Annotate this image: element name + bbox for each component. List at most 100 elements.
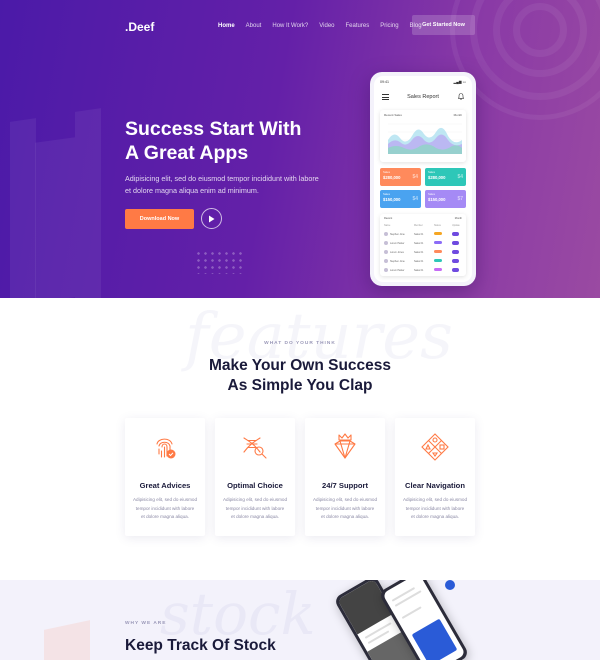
feature-desc: Adipisicing elit, sed do eiusmod tempor …: [311, 496, 379, 522]
stat-label: Sales: [428, 170, 435, 174]
features-title-line: As Simple You Clap: [227, 377, 373, 394]
feature-card[interactable]: Great Advices Adipisicing elit, sed do e…: [125, 418, 205, 536]
row-member: Sales 01: [414, 232, 424, 236]
table-row[interactable]: Lorem Jones Sales 01: [384, 248, 462, 256]
feature-desc-line: Adipisicing elit, sed do eiusmod: [312, 497, 378, 502]
play-video-button[interactable]: [201, 208, 222, 229]
stat-value: $150,000: [383, 197, 401, 202]
feature-desc-line: Adipisicing elit, sed do eiusmod: [132, 497, 198, 502]
stat-label: Sales: [428, 192, 435, 196]
feature-desc: Adipisicing elit, sed do eiusmod tempor …: [401, 496, 469, 522]
stock-section: stock WHY WE ARE Keep Track Of Stock: [0, 580, 600, 660]
stat-card: Sales $280,000 $4: [380, 168, 421, 186]
feature-title: Clear Navigation: [405, 481, 465, 490]
hero-title-line: A Great Apps: [125, 142, 249, 164]
hero-subtitle: Adipisicing elit, sed do eiusmod tempor …: [125, 173, 335, 197]
feature-desc-line: Adipisicing elit, sed do eiusmod: [222, 497, 288, 502]
nav-item-features[interactable]: Features: [346, 23, 370, 29]
menu-icon[interactable]: [382, 94, 389, 102]
table-row[interactable]: Stephen Jone Sales 01: [384, 257, 462, 265]
hero-title-line: Success Start With: [125, 118, 302, 140]
feature-desc: Adipisicing elit, sed do eiusmod tempor …: [131, 496, 199, 522]
feature-title: 24/7 Support: [322, 481, 368, 490]
phone-screen: 09:41 ▂▄▆ ▭ Sales Report Recent Sales Mo…: [374, 76, 472, 282]
column-header: Status: [434, 224, 441, 227]
table-row[interactable]: Lorem Parker Sales 01: [384, 239, 462, 247]
nav-item-about[interactable]: About: [246, 23, 262, 29]
bell-icon[interactable]: [458, 93, 464, 100]
update-toggle[interactable]: [452, 232, 459, 236]
stock-eyebrow: WHY WE ARE: [125, 621, 167, 626]
stat-card: Sales $150,000 $4: [380, 190, 421, 208]
hero-title: Success Start With A Great Apps: [125, 117, 345, 165]
update-toggle[interactable]: [452, 250, 459, 254]
hero-subtitle-line: et dolore magna aliqua enim ad minimum.: [125, 186, 259, 195]
nav-item-pricing[interactable]: Pricing: [380, 23, 398, 29]
stat-value: $280,000: [383, 175, 401, 180]
sales-chart-card: Recent Sales Month: [380, 110, 466, 162]
table-row[interactable]: Stephen Jone Sales 01: [384, 230, 462, 238]
avatar: [384, 250, 388, 254]
feature-desc-line: et dolore magna aliqua.: [320, 514, 369, 519]
feature-desc-line: tempor incididunt with labore: [315, 505, 375, 511]
stock-title: Keep Track Of Stock: [125, 637, 276, 654]
avatar: [384, 232, 388, 236]
hero-decor-bar: [75, 108, 101, 298]
play-icon: [209, 215, 215, 222]
features-title: Make Your Own Success As Simple You Clap: [0, 356, 600, 396]
row-member: Sales 01: [414, 250, 424, 254]
download-button[interactable]: Download Now: [125, 209, 194, 229]
feature-desc-line: tempor incididunt with labore: [225, 505, 285, 511]
stat-mark: $4: [412, 196, 418, 202]
nav-item-how-it-work[interactable]: How It Work?: [272, 23, 308, 29]
features-title-line: Make Your Own Success: [208, 357, 392, 374]
status-pill: [434, 232, 442, 235]
hero-section: .Deef Home About How It Work? Video Feat…: [0, 0, 600, 298]
table-filter[interactable]: Month: [455, 217, 462, 220]
signal-battery-icon: ▂▄▆ ▭: [453, 80, 466, 84]
update-toggle[interactable]: [452, 268, 459, 272]
feature-card[interactable]: Optimal Choice Adipisicing elit, sed do …: [215, 418, 295, 536]
stat-card: Sales $150,000 $7: [425, 190, 466, 208]
feature-desc: Adipisicing elit, sed do eiusmod tempor …: [221, 496, 289, 522]
column-header: Name: [384, 224, 391, 227]
main-nav: Home About How It Work? Video Features P…: [218, 23, 433, 29]
brand-logo[interactable]: .Deef: [125, 20, 154, 34]
feature-desc-line: Adipisicing elit, sed do eiusmod: [402, 497, 468, 502]
dna-search-icon: [243, 437, 267, 459]
feature-card[interactable]: 24/7 Support Adipisicing elit, sed do ei…: [305, 418, 385, 536]
nav-item-video[interactable]: Video: [319, 23, 334, 29]
table-header: Recent Month: [384, 217, 462, 220]
update-toggle[interactable]: [452, 241, 459, 245]
stat-label: Sales: [383, 170, 390, 174]
stat-mark: $4: [457, 174, 463, 180]
stat-value: $150,000: [428, 197, 446, 202]
status-pill: [434, 250, 442, 253]
feature-desc-line: et dolore magna aliqua.: [140, 514, 189, 519]
stat-value: $280,000: [428, 175, 446, 180]
phone-header: Sales Report: [374, 90, 472, 104]
hero-dot-pattern: [195, 250, 243, 274]
row-member: Sales 01: [414, 241, 424, 245]
avatar: [384, 241, 388, 245]
hero-subtitle-line: Adipisicing elit, sed do eiusmod tempor …: [125, 174, 319, 183]
nav-item-home[interactable]: Home: [218, 23, 235, 29]
table-columns: Name Member Status Update: [384, 224, 462, 227]
recent-table: Recent Month Name Member Status Update S…: [380, 214, 466, 276]
column-header: Member: [414, 224, 423, 227]
fingerprint-icon: [156, 438, 176, 459]
diamond-crown-icon: [334, 433, 356, 459]
stat-mark: $7: [457, 196, 463, 202]
feature-title: Great Advices: [139, 481, 191, 490]
avatar: [384, 259, 388, 263]
update-toggle[interactable]: [452, 259, 459, 263]
feature-card[interactable]: Clear Navigation Adipisicing elit, sed d…: [395, 418, 475, 536]
table-row[interactable]: Lorem Parker Sales 01: [384, 266, 462, 274]
phone-title: Sales Report: [407, 94, 439, 100]
stat-card: Sales $280,000 $4: [425, 168, 466, 186]
hero-decor-bar: [35, 137, 75, 298]
status-pill: [434, 268, 442, 271]
navigation-shapes-icon: [421, 433, 449, 461]
get-started-button[interactable]: Get Started Now: [412, 15, 475, 35]
row-name: Lorem Parker: [390, 241, 405, 245]
